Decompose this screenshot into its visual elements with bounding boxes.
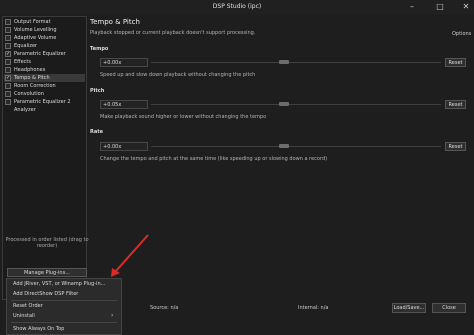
- annotation-arrow: [111, 234, 149, 277]
- arrow-line: [115, 234, 149, 272]
